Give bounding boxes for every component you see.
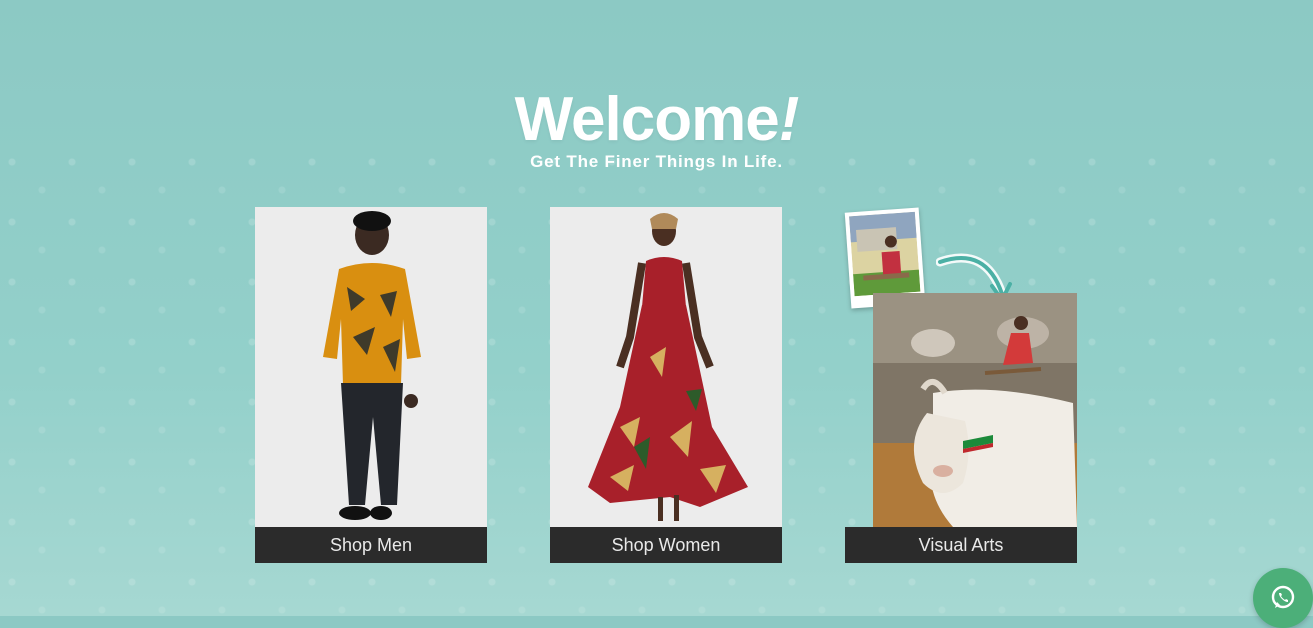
welcome-subtitle: Get The Finer Things In Life.	[530, 152, 783, 171]
welcome-title: Welcome!	[0, 84, 1313, 155]
shop-men-button[interactable]: Shop Men	[255, 527, 487, 563]
shop-women-image[interactable]	[550, 207, 782, 527]
welcome-exclamation: !	[778, 85, 800, 154]
shop-men-image[interactable]	[255, 207, 487, 527]
whatsapp-chat-button[interactable]	[1253, 568, 1313, 628]
whatsapp-icon	[1271, 585, 1295, 609]
shop-men-card[interactable]: Shop Men	[255, 207, 487, 563]
visual-arts-image[interactable]	[873, 293, 1077, 527]
shop-women-card[interactable]: Shop Women	[550, 207, 782, 563]
shop-women-button[interactable]: Shop Women	[550, 527, 782, 563]
visual-arts-button[interactable]: Visual Arts	[845, 527, 1077, 563]
welcome-title-text: Welcome	[514, 85, 780, 154]
